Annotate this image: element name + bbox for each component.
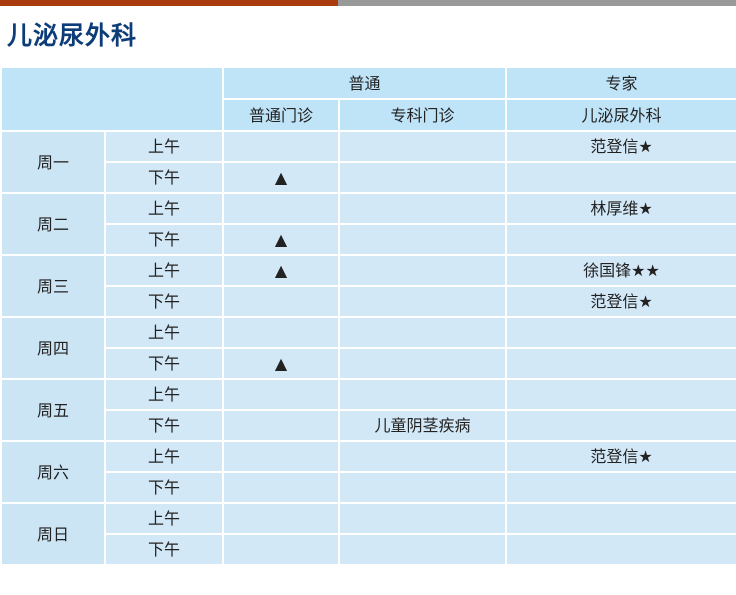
general-clinic-cell [222,533,340,566]
general-clinic-cell [222,130,340,163]
table-row: 下午 [1,471,736,504]
period-label: 下午 [104,223,224,256]
general-clinic-cell: ▲ [222,347,340,380]
special-clinic-cell: 儿童阴茎疾病 [337,409,508,442]
expert-cell: 徐国锋★★ [505,254,736,287]
expert-cell: 范登信★ [505,130,736,163]
general-clinic-cell [222,378,340,411]
expert-cell: 范登信★ [505,285,736,318]
special-clinic-cell [337,161,508,194]
expert-cell [505,223,736,256]
expert-cell [505,316,736,349]
table-row: 周五 上午 [0,378,736,442]
expert-cell: 范登信★ [505,440,736,473]
day-label: 周四 [0,316,106,380]
header-group-general: 普通 [221,66,508,100]
general-clinic-cell [222,285,340,318]
general-clinic-cell: ▲ [222,223,340,256]
header-group-expert: 专家 [505,66,736,100]
general-clinic-cell [222,316,340,349]
expert-cell [505,471,736,504]
general-clinic-cell: ▲ [222,161,340,194]
special-clinic-cell [337,502,508,535]
table-row: 下午 ▲ [1,347,736,380]
table-row: 下午 ▲ [1,161,736,194]
table-row: 周一 上午 范登信★ [0,130,736,194]
header-col-expert-dept: 儿泌尿外科 [505,98,736,132]
period-label: 下午 [104,533,224,566]
day-label: 周五 [0,378,106,442]
period-label: 上午 [104,316,224,349]
expert-cell [505,378,736,411]
general-clinic-cell [222,409,340,442]
period-label: 下午 [104,161,224,194]
period-label: 上午 [104,192,224,225]
period-label: 下午 [104,409,224,442]
period-label: 上午 [104,130,224,163]
expert-cell [505,533,736,566]
header-col-special-clinic: 专科门诊 [337,98,508,132]
period-label: 下午 [104,347,224,380]
special-clinic-cell [337,130,508,163]
general-clinic-cell [222,440,340,473]
table-row: 下午 ▲ [1,223,736,256]
page-title: 儿泌尿外科 [7,21,138,50]
header-corner [0,66,224,132]
special-clinic-cell [337,347,508,380]
period-label: 上午 [104,378,224,411]
top-accent-bar [0,0,736,6]
table-row: 周二 上午 林厚维★ [0,192,736,256]
day-label: 周日 [0,502,106,566]
clinic-schedule-table: 普通 专家 普通门诊 专科门诊 儿泌尿外科 周一 上午 范登信★ 下午 ▲ 周二… [0,66,736,566]
day-label: 周二 [0,192,106,256]
table-row: 周三 上午 ▲ 徐国锋★★ [0,254,736,318]
table-row: 周日 上午 [0,502,736,566]
table-row: 下午 儿童阴茎疾病 [1,409,736,442]
header-col-general-clinic: 普通门诊 [222,98,340,132]
special-clinic-cell [337,533,508,566]
top-accent-bar-gray [338,0,736,6]
general-clinic-cell [222,471,340,504]
table-row: 周四 上午 [0,316,736,380]
table-row: 下午 范登信★ [1,285,736,318]
table-row: 下午 [1,533,736,566]
table-row: 周六 上午 范登信★ [0,440,736,504]
expert-cell [505,409,736,442]
special-clinic-cell [337,285,508,318]
special-clinic-cell [337,192,508,225]
special-clinic-cell [337,254,508,287]
expert-cell [505,347,736,380]
general-clinic-cell [222,502,340,535]
day-label: 周三 [0,254,106,318]
general-clinic-cell [222,192,340,225]
special-clinic-cell [337,440,508,473]
special-clinic-cell [337,378,508,411]
expert-cell: 林厚维★ [505,192,736,225]
period-label: 下午 [104,285,224,318]
day-label: 周六 [0,440,106,504]
expert-cell [505,161,736,194]
expert-cell [505,502,736,535]
period-label: 上午 [104,502,224,535]
schedule-body: 周一 上午 范登信★ 下午 ▲ 周二 上午 林厚维★ 下午 ▲ 周三 上午 ▲ … [0,130,736,566]
general-clinic-cell: ▲ [222,254,340,287]
period-label: 上午 [104,440,224,473]
special-clinic-cell [337,316,508,349]
period-label: 下午 [104,471,224,504]
period-label: 上午 [104,254,224,287]
day-label: 周一 [0,130,106,194]
special-clinic-cell [337,223,508,256]
top-accent-bar-brown [0,0,338,6]
special-clinic-cell [337,471,508,504]
header-row-groups: 普通 专家 [0,66,736,132]
